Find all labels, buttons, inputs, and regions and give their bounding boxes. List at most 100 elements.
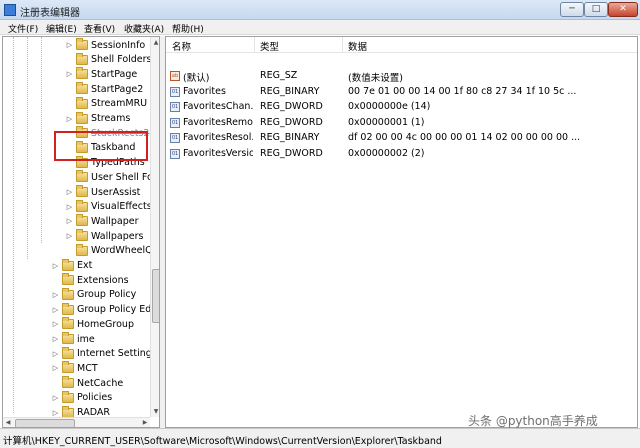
value-row[interactable]: 01FavoritesVersion REG_DWORD 0x00000002 (2… xyxy=(166,147,637,162)
tree-item[interactable]: ▷ ime xyxy=(51,332,95,346)
tree-item[interactable]: ▷ SessionInfo xyxy=(65,38,145,52)
value-data: (数值未设置) xyxy=(348,73,403,84)
folder-icon xyxy=(76,170,88,183)
tree-item[interactable]: ▷ Group Policy Edit xyxy=(51,302,158,317)
tree-item[interactable]: Extensions xyxy=(51,273,129,287)
expand-arrow-icon[interactable]: ▷ xyxy=(65,114,74,123)
column-header-name[interactable]: 名称 xyxy=(172,39,191,53)
folder-icon xyxy=(76,214,88,227)
tree-item[interactable]: ▷ MCT xyxy=(51,361,98,375)
no-expander xyxy=(65,173,74,182)
expand-arrow-icon[interactable]: ▷ xyxy=(65,41,74,50)
value-row[interactable]: 01 FavoritesChan... REG_DWORD 0x0000000e (1… xyxy=(166,100,637,115)
close-button[interactable]: ✕ xyxy=(608,2,638,17)
value-type: REG_BINARY xyxy=(260,85,320,97)
tree-item-label: Policies xyxy=(77,392,113,404)
menu-edit[interactable]: 编辑(E) xyxy=(46,22,77,35)
value-type: REG_DWORD xyxy=(260,116,323,128)
scrollbar-thumb[interactable] xyxy=(152,269,159,323)
expand-arrow-icon[interactable]: ▷ xyxy=(51,290,60,299)
tree-item[interactable]: ▷ Internet Settings xyxy=(51,346,157,361)
tree-item[interactable]: ▷ HomeGroup xyxy=(51,317,134,331)
tree-item-label: VisualEffects xyxy=(91,201,152,213)
expand-arrow-icon[interactable]: ▷ xyxy=(51,305,60,314)
expand-arrow-icon[interactable]: ▷ xyxy=(51,261,60,270)
folder-icon xyxy=(62,405,74,418)
tree-item[interactable]: ▷ Streams xyxy=(65,111,130,126)
menu-file[interactable]: 文件(F) xyxy=(8,22,38,35)
expand-arrow-icon[interactable]: ▷ xyxy=(51,320,60,329)
value-row[interactable]: 01FavoritesRemo... REG_DWORD 0x00000001 (1… xyxy=(166,116,637,131)
tree-item[interactable]: WordWheelQ xyxy=(65,243,153,258)
no-expander xyxy=(65,55,74,64)
expand-arrow-icon[interactable]: ▷ xyxy=(51,349,60,358)
folder-icon xyxy=(76,199,88,212)
expand-arrow-icon[interactable]: ▷ xyxy=(65,202,74,211)
scroll-right-arrow-icon[interactable]: ▶ xyxy=(140,418,150,427)
value-data: df 02 00 00 4c 00 00 00 01 14 02 00 00 0… xyxy=(348,132,581,143)
minimize-button[interactable]: ─ xyxy=(560,2,584,17)
value-type: REG_BINARY xyxy=(260,132,320,143)
value-row[interactable]: 01 Favorites REG_BINARY 00 7e 01 00 00 14 0… xyxy=(166,85,637,100)
folder-icon xyxy=(62,332,74,344)
tree-item[interactable]: NetCache xyxy=(51,376,123,390)
tree-item-label: StartPage xyxy=(91,68,138,80)
value-row[interactable]: ab (默认) REG_SZ (数值未设置) xyxy=(166,69,637,84)
column-divider[interactable] xyxy=(254,37,255,53)
registry-tree[interactable]: ▷ SessionInfo Shell Folders ▷ StartPage Start… xyxy=(2,36,160,428)
column-divider[interactable] xyxy=(342,37,343,53)
tree-vertical-scrollbar[interactable]: ▲ ▼ xyxy=(150,37,159,417)
folder-icon xyxy=(62,287,74,300)
tree-item-label: Internet Settings xyxy=(77,348,157,360)
scroll-down-arrow-icon[interactable]: ▼ xyxy=(151,406,159,417)
folder-icon xyxy=(76,96,88,109)
tree-item[interactable]: StreamMRU xyxy=(65,96,148,111)
tree-item-label: Extensions xyxy=(77,274,129,286)
tree-item[interactable]: User Shell Fol xyxy=(65,170,155,184)
tree-item-label: Shell Folders xyxy=(91,54,152,66)
value-row[interactable]: 01 FavoritesResol... REG_BINARY df 02 00 00… xyxy=(166,131,637,146)
folder-icon xyxy=(76,111,88,124)
folder-icon xyxy=(62,258,74,271)
no-expander xyxy=(65,246,74,255)
tree-item[interactable]: ▷ VisualEffects xyxy=(65,199,152,214)
expand-arrow-icon[interactable]: ▷ xyxy=(65,217,74,226)
expand-arrow-icon[interactable]: ▷ xyxy=(51,364,60,373)
tree-item[interactable]: ▷ Group Policy xyxy=(51,287,136,302)
expand-arrow-icon[interactable]: ▷ xyxy=(65,70,74,79)
tree-item[interactable]: ▷ Wallpaper xyxy=(65,214,139,228)
value-name: FavoritesRemo... xyxy=(183,116,253,128)
expand-arrow-icon[interactable]: ▷ xyxy=(51,408,60,417)
scrollbar-thumb[interactable] xyxy=(15,419,75,427)
no-expander xyxy=(65,99,74,108)
values-list[interactable]: 名称 类型 数据 ab (默认) REG_SZ (数值未设置) 01 Favorites R… xyxy=(165,36,638,428)
tree-item[interactable]: ▷ UserAssist xyxy=(65,185,140,199)
menu-help[interactable]: 帮助(H) xyxy=(172,22,204,35)
folder-icon xyxy=(62,317,74,330)
tree-item[interactable]: ▷ Ext xyxy=(51,258,92,273)
expand-arrow-icon[interactable]: ▷ xyxy=(51,335,60,344)
folder-icon xyxy=(76,52,88,65)
column-header-data[interactable]: 数据 xyxy=(348,39,367,53)
expand-arrow-icon[interactable]: ▷ xyxy=(65,188,74,197)
menu-view[interactable]: 查看(V) xyxy=(84,22,115,35)
maximize-button[interactable]: □ xyxy=(584,2,608,17)
column-header-type[interactable]: 类型 xyxy=(260,39,279,53)
folder-icon xyxy=(76,82,88,95)
tree-item[interactable]: StartPage2 xyxy=(65,82,143,96)
menu-bar: 文件(F) 编辑(E) 查看(V) 收藏夹(A) 帮助(H) xyxy=(0,20,640,35)
tree-item-label: StreamMRU xyxy=(91,98,148,110)
expand-arrow-icon[interactable]: ▷ xyxy=(65,232,74,241)
scroll-left-arrow-icon[interactable]: ◀ xyxy=(3,418,13,427)
tree-item[interactable]: ▷ Policies xyxy=(51,390,113,405)
tree-item-label: HomeGroup xyxy=(77,318,134,330)
tree-item[interactable]: Shell Folders xyxy=(65,52,152,67)
no-expander xyxy=(65,85,74,94)
tree-item[interactable]: ▷ Wallpapers xyxy=(65,229,143,243)
expand-arrow-icon[interactable]: ▷ xyxy=(51,393,60,402)
tree-horizontal-scrollbar[interactable]: ◀ ▶ xyxy=(3,417,150,427)
menu-favorites[interactable]: 收藏夹(A) xyxy=(124,22,164,35)
scroll-up-arrow-icon[interactable]: ▲ xyxy=(151,37,159,48)
tree-item-label: WordWheelQ xyxy=(91,245,153,257)
tree-item[interactable]: ▷ StartPage xyxy=(65,67,137,81)
